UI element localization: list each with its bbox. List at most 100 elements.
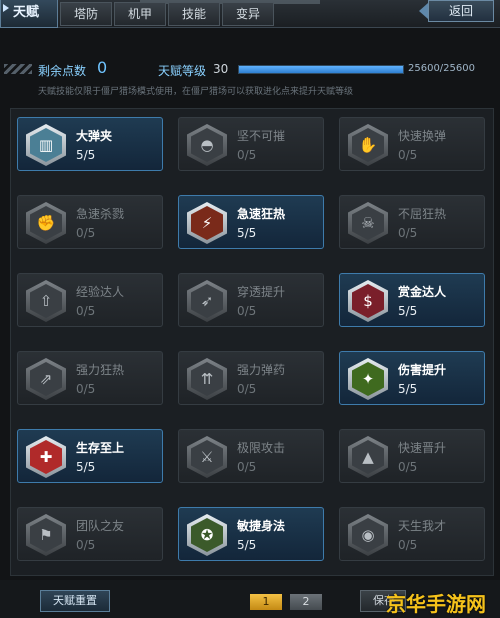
talent-level: 0/5 <box>237 148 257 162</box>
talent-card[interactable]: ⇈ 强力弹药 0/5 <box>178 351 324 405</box>
top-nav: 天赋 塔防 机甲 技能 变异 返回 <box>0 0 500 28</box>
talent-icon-frame: ☠ <box>348 202 388 244</box>
eye-icon: ◉ <box>352 518 384 552</box>
medkit-icon: ✚ <box>30 440 62 474</box>
talent-name: 天生我才 <box>398 519 447 533</box>
talent-icon-frame: ◓ <box>187 124 227 166</box>
helmet-icon: ◓ <box>191 128 223 162</box>
fist-icon: ✊ <box>30 206 62 240</box>
talent-icon-frame: ⇈ <box>187 358 227 400</box>
talent-level: 5/5 <box>76 460 96 474</box>
talent-card[interactable]: ✪ 敏捷身法 5/5 <box>178 507 324 561</box>
talent-card[interactable]: ▥ 大弹夹 5/5 <box>17 117 163 171</box>
talent-level: 5/5 <box>237 226 257 240</box>
xp-progress-fill <box>239 66 403 73</box>
tab-list: 塔防 机甲 技能 变异 <box>60 2 274 26</box>
talent-level: 0/5 <box>398 460 418 474</box>
talent-name: 快速换弹 <box>398 129 447 143</box>
talent-level: 0/5 <box>398 226 418 240</box>
talent-level-value: 30 <box>213 62 229 76</box>
talent-info-row: 剩余点数 0 天赋等级 30 25600/25600 <box>0 56 500 84</box>
talent-card[interactable]: ✦ 伤害提升 5/5 <box>339 351 485 405</box>
dollar-icon: $ <box>352 284 384 318</box>
talent-icon-frame: $ <box>348 280 388 322</box>
talent-level: 0/5 <box>76 382 96 396</box>
power-rage-icon: ⇗ <box>30 362 62 396</box>
tab-talent[interactable]: 天赋 <box>0 0 58 28</box>
page-button-1[interactable]: 1 <box>250 594 282 610</box>
tab-tower-defense[interactable]: 塔防 <box>60 2 112 26</box>
talent-icon-frame: ✪ <box>187 514 227 556</box>
talent-name: 急速狂热 <box>237 207 286 221</box>
tab-skills[interactable]: 技能 <box>168 2 220 26</box>
talent-name: 坚不可摧 <box>237 129 286 143</box>
skull-icon: ☠ <box>352 206 384 240</box>
talent-name: 穿透提升 <box>237 285 286 299</box>
remaining-points-label: 剩余点数 <box>38 64 87 78</box>
remaining-points-value: 0 <box>97 58 108 77</box>
talent-level: 0/5 <box>76 226 96 240</box>
blade-icon: ⚔ <box>191 440 223 474</box>
talent-icon-frame: ⚔ <box>187 436 227 478</box>
watermark-logo: 京华手游网 <box>386 592 486 616</box>
talent-name: 经验达人 <box>76 285 125 299</box>
team-icon: ⚑ <box>30 518 62 552</box>
ammo-icon: ⇈ <box>191 362 223 396</box>
talent-level: 0/5 <box>76 304 96 318</box>
talent-name: 不屈狂热 <box>398 207 447 221</box>
talent-card[interactable]: ⚡ 急速狂热 5/5 <box>178 195 324 249</box>
talent-level-label: 天赋等级 <box>158 64 207 78</box>
talent-icon-frame: ⇧ <box>26 280 66 322</box>
talent-level: 5/5 <box>398 382 418 396</box>
talent-card[interactable]: ⇗ 强力狂热 0/5 <box>17 351 163 405</box>
damage-icon: ✦ <box>352 362 384 396</box>
talent-icon-frame: ▲ <box>348 436 388 478</box>
tab-talent-label: 天赋 <box>13 5 40 20</box>
talent-card[interactable]: ☠ 不屈狂热 0/5 <box>339 195 485 249</box>
talent-level: 0/5 <box>237 304 257 318</box>
back-arrow-icon <box>419 3 428 19</box>
talent-card[interactable]: ⚔ 极限攻击 0/5 <box>178 429 324 483</box>
agility-icon: ✪ <box>191 518 223 552</box>
talent-level: 0/5 <box>237 460 257 474</box>
talent-card[interactable]: $ 赏金达人 5/5 <box>339 273 485 327</box>
talent-name: 快速晋升 <box>398 441 447 455</box>
talent-grid: ▥ 大弹夹 5/5 ◓ 坚不可摧 0/5 ✋ 快速换弹 0/5 ✊ 急速杀戮 0/5 ⚡ 急速狂热 5/5 ☠… <box>10 108 494 576</box>
talent-card[interactable]: ◉ 天生我才 0/5 <box>339 507 485 561</box>
talent-name: 极限攻击 <box>237 441 286 455</box>
talent-card[interactable]: ▲ 快速晋升 0/5 <box>339 429 485 483</box>
talent-hint-text: 天赋技能仅限于僵尸猎场模式使用，在僵尸猎场可以获取进化点来提升天赋等级 <box>38 87 354 97</box>
talent-card[interactable]: ⚑ 团队之友 0/5 <box>17 507 163 561</box>
tab-mutation[interactable]: 变异 <box>222 2 274 26</box>
talent-name: 敏捷身法 <box>237 519 286 533</box>
talent-icon-frame: ✚ <box>26 436 66 478</box>
talent-icon-frame: ⇗ <box>26 358 66 400</box>
reset-talent-button[interactable]: 天赋重置 <box>40 590 110 612</box>
talent-icon-frame: ◉ <box>348 514 388 556</box>
page-button-2[interactable]: 2 <box>290 594 322 610</box>
talent-level: 0/5 <box>76 538 96 552</box>
talent-icon-frame: ✊ <box>26 202 66 244</box>
rage-icon: ⚡ <box>191 206 223 240</box>
talent-level: 0/5 <box>398 538 418 552</box>
tab-mecha[interactable]: 机甲 <box>114 2 166 26</box>
back-button[interactable]: 返回 <box>428 0 494 22</box>
talent-name: 急速杀戮 <box>76 207 125 221</box>
tab-arrow-icon <box>3 4 9 12</box>
talent-name: 团队之友 <box>76 519 125 533</box>
talent-name: 伤害提升 <box>398 363 447 377</box>
talent-card[interactable]: ✊ 急速杀戮 0/5 <box>17 195 163 249</box>
talent-card[interactable]: ✋ 快速换弹 0/5 <box>339 117 485 171</box>
talent-card[interactable]: ◓ 坚不可摧 0/5 <box>178 117 324 171</box>
talent-card[interactable]: ✚ 生存至上 5/5 <box>17 429 163 483</box>
xp-progress-text: 25600/25600 <box>408 63 475 74</box>
talent-level: 0/5 <box>398 148 418 162</box>
talent-icon-frame: ➶ <box>187 280 227 322</box>
talent-level: 0/5 <box>237 382 257 396</box>
talent-icon-frame: ⚑ <box>26 514 66 556</box>
talent-name: 强力狂热 <box>76 363 125 377</box>
talent-card[interactable]: ⇧ 经验达人 0/5 <box>17 273 163 327</box>
talent-name: 生存至上 <box>76 441 125 455</box>
talent-card[interactable]: ➶ 穿透提升 0/5 <box>178 273 324 327</box>
talent-name: 强力弹药 <box>237 363 286 377</box>
